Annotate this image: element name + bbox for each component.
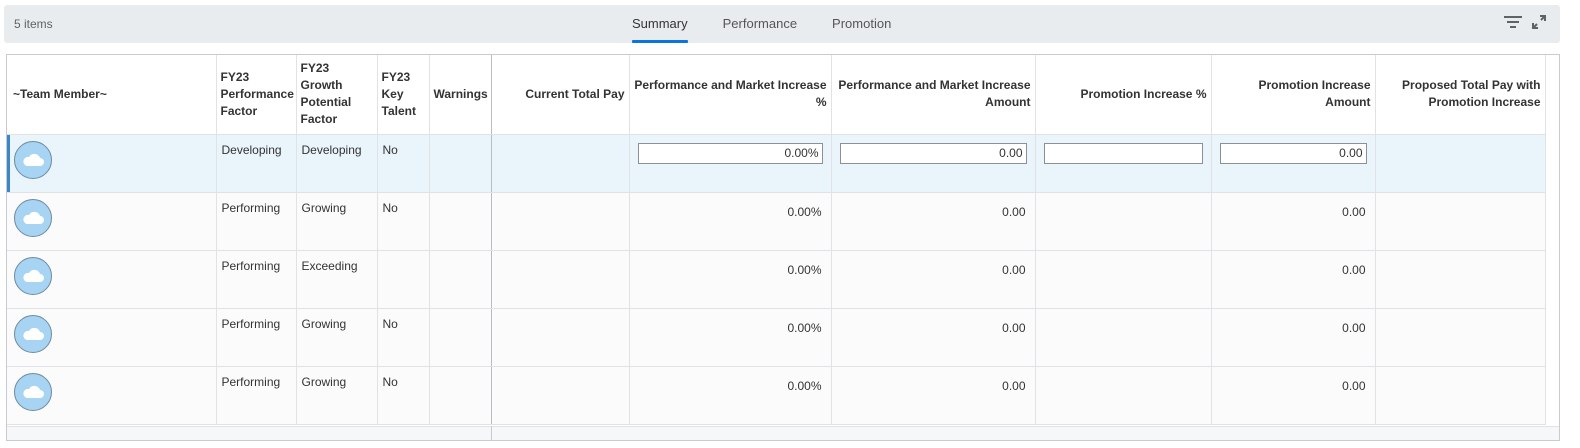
table-row[interactable]: Performing Growing No 0.00% 0.00 0.00: [7, 192, 1546, 251]
proposed-total-pay-cell: [1375, 192, 1546, 251]
warnings-cell: [429, 250, 492, 309]
performance-factor-cell: Developing: [216, 134, 297, 193]
promotion-increase-pct-cell[interactable]: [1035, 250, 1212, 309]
promotion-increase-pct-cell[interactable]: [1035, 308, 1212, 367]
header-market-increase-amount[interactable]: Performance and Market Increase Amount: [831, 55, 1036, 135]
header-team-member[interactable]: ~Team Member~: [7, 55, 217, 135]
tab-performance[interactable]: Performance: [723, 5, 797, 43]
market-increase-amount-cell: [831, 134, 1036, 193]
header-performance-factor[interactable]: FY23 Performance Factor: [216, 55, 297, 135]
proposed-total-pay-cell: [1375, 250, 1546, 309]
market-increase-amount-cell[interactable]: 0.00: [831, 308, 1036, 367]
avatar[interactable]: [14, 198, 52, 237]
item-count: 5 items: [14, 17, 53, 31]
header-promotion-increase-pct[interactable]: Promotion Increase %: [1035, 55, 1212, 135]
warnings-cell: [429, 192, 492, 251]
market-increase-pct-cell[interactable]: 0.00%: [629, 250, 832, 309]
market-increase-pct-cell[interactable]: 0.00%: [629, 366, 832, 425]
performance-factor-cell: Performing: [216, 192, 297, 251]
scrollbar-divider: [491, 426, 492, 440]
current-total-pay-cell: [491, 250, 630, 309]
tab-summary[interactable]: Summary: [632, 5, 688, 43]
performance-factor-cell: Performing: [216, 366, 297, 425]
cloud-icon: [23, 269, 44, 282]
cloud-icon: [23, 211, 44, 224]
current-total-pay-cell: [491, 308, 630, 367]
table-row[interactable]: Developing Developing No: [7, 134, 1546, 193]
avatar[interactable]: [14, 256, 52, 295]
market-increase-pct-cell: [629, 134, 832, 193]
team-member-cell[interactable]: [7, 192, 217, 251]
promotion-increase-amount-cell[interactable]: 0.00: [1211, 192, 1376, 251]
table-row[interactable]: Performing Growing No 0.00% 0.00 0.00: [7, 308, 1546, 367]
warnings-cell: [429, 308, 492, 367]
horizontal-scrollbar[interactable]: [7, 426, 1559, 440]
market-increase-pct-cell[interactable]: 0.00%: [629, 308, 832, 367]
cloud-icon: [23, 385, 44, 398]
promotion-increase-amount-cell: [1211, 134, 1376, 193]
key-talent-cell: No: [377, 192, 430, 251]
tab-promotion[interactable]: Promotion: [832, 5, 891, 43]
warnings-cell: [429, 134, 492, 193]
market-increase-pct-cell[interactable]: 0.00%: [629, 192, 832, 251]
header-market-increase-pct[interactable]: Performance and Market Increase %: [629, 55, 832, 135]
promotion-increase-pct-input[interactable]: [1043, 142, 1203, 164]
cloud-icon: [23, 327, 44, 340]
team-member-cell[interactable]: [7, 308, 217, 367]
growth-factor-cell: Growing: [296, 308, 378, 367]
table-row[interactable]: Performing Exceeding 0.00% 0.00 0.00: [7, 250, 1546, 309]
header-warnings[interactable]: Warnings: [429, 55, 492, 135]
key-talent-cell: [377, 250, 430, 309]
promotion-increase-amount-cell[interactable]: 0.00: [1211, 366, 1376, 425]
view-tabs: Summary Performance Promotion: [632, 5, 926, 43]
table-row[interactable]: Performing Growing No 0.00% 0.00 0.00: [7, 366, 1546, 425]
header-promotion-increase-amount[interactable]: Promotion Increase Amount: [1211, 55, 1376, 135]
growth-factor-cell: Growing: [296, 192, 378, 251]
current-total-pay-cell: [491, 192, 630, 251]
promotion-increase-amount-cell[interactable]: 0.00: [1211, 250, 1376, 309]
proposed-total-pay-cell: [1375, 134, 1546, 193]
header-key-talent[interactable]: FY23 Key Talent: [377, 55, 430, 135]
compensation-grid: ~Team Member~ FY23 Performance Factor FY…: [6, 54, 1560, 441]
market-increase-amount-input[interactable]: [839, 142, 1027, 164]
key-talent-cell: No: [377, 134, 430, 193]
avatar[interactable]: [14, 372, 52, 411]
promotion-increase-pct-cell[interactable]: [1035, 192, 1212, 251]
header-row: ~Team Member~ FY23 Performance Factor FY…: [7, 55, 1546, 135]
market-increase-amount-cell[interactable]: 0.00: [831, 366, 1036, 425]
cloud-icon: [23, 153, 44, 166]
promotion-increase-pct-cell[interactable]: [1035, 366, 1212, 425]
expand-icon[interactable]: [1532, 15, 1546, 29]
promotion-increase-amount-cell[interactable]: 0.00: [1211, 308, 1376, 367]
team-member-cell[interactable]: [7, 366, 217, 425]
promotion-increase-pct-cell: [1035, 134, 1212, 193]
proposed-total-pay-cell: [1375, 308, 1546, 367]
market-increase-pct-input[interactable]: [637, 142, 823, 164]
market-increase-amount-cell[interactable]: 0.00: [831, 192, 1036, 251]
current-total-pay-cell: [491, 134, 630, 193]
header-current-total-pay[interactable]: Current Total Pay: [491, 55, 630, 135]
key-talent-cell: No: [377, 366, 430, 425]
key-talent-cell: No: [377, 308, 430, 367]
performance-factor-cell: Performing: [216, 308, 297, 367]
current-total-pay-cell: [491, 366, 630, 425]
performance-factor-cell: Performing: [216, 250, 297, 309]
promotion-increase-amount-input[interactable]: [1219, 142, 1367, 164]
growth-factor-cell: Exceeding: [296, 250, 378, 309]
team-member-cell[interactable]: [7, 134, 217, 193]
team-member-cell[interactable]: [7, 250, 217, 309]
filter-icon[interactable]: [1504, 15, 1522, 29]
header-proposed-total-pay[interactable]: Proposed Total Pay with Promotion Increa…: [1375, 55, 1546, 135]
market-increase-amount-cell[interactable]: 0.00: [831, 250, 1036, 309]
avatar[interactable]: [14, 140, 52, 179]
header-growth-factor[interactable]: FY23 Growth Potential Factor: [296, 55, 378, 135]
growth-factor-cell: Growing: [296, 366, 378, 425]
warnings-cell: [429, 366, 492, 425]
growth-factor-cell: Developing: [296, 134, 378, 193]
proposed-total-pay-cell: [1375, 366, 1546, 425]
avatar[interactable]: [14, 314, 52, 353]
grid-toolbar: 5 items Summary Performance Promotion: [4, 5, 1560, 43]
